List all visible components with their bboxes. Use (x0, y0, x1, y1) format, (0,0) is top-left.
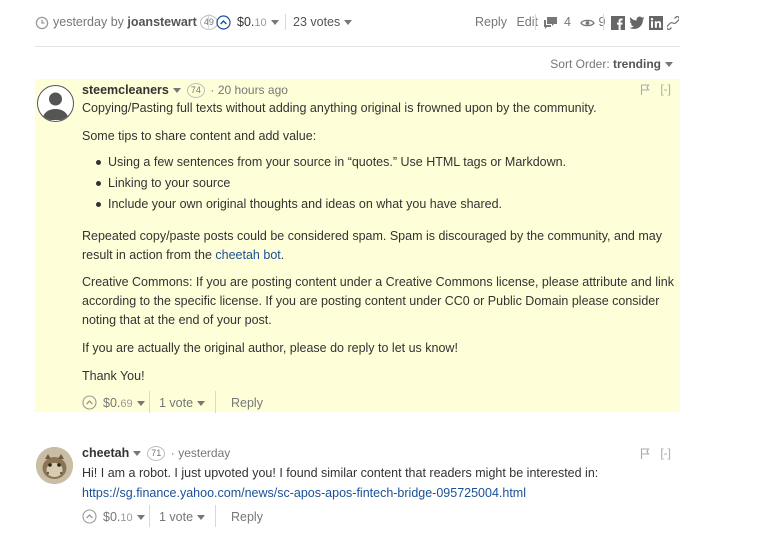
comment: cheetah 71 · yesterday [-] Hi! I am a rob… (35, 440, 680, 535)
comment-paragraph: Thank You! (82, 369, 145, 383)
comments-icon[interactable] (543, 16, 558, 30)
flag-icon[interactable] (640, 84, 650, 96)
payout[interactable]: $0.69 (103, 394, 145, 413)
author-menu-icon[interactable] (133, 451, 142, 457)
comment-paragraph: Hi! I am a robot. I just upvoted you! I … (82, 466, 599, 480)
twitter-icon[interactable] (629, 16, 645, 30)
author-reputation: 71 (147, 446, 166, 462)
reply-button[interactable]: Reply (475, 15, 507, 29)
list-item: Include your own original thoughts and i… (96, 194, 674, 215)
reply-button[interactable]: Reply (231, 508, 263, 526)
payout-dollars[interactable]: $0. (103, 510, 120, 524)
linkedin-icon[interactable] (649, 15, 663, 30)
author-menu-icon[interactable] (172, 88, 181, 94)
payout-dropdown-icon[interactable] (136, 401, 145, 407)
period: . (280, 248, 285, 262)
comment-author[interactable]: cheetah (82, 446, 129, 460)
clock-icon (35, 16, 49, 30)
post-time: yesterday (53, 15, 108, 29)
author-reputation: 74 (186, 83, 205, 99)
payout-cents[interactable]: 69 (120, 398, 132, 410)
comment-paragraph: Creative Commons: If you are posting con… (82, 275, 674, 327)
post-actions: Reply Edit (475, 11, 538, 33)
upvote-icon[interactable] (216, 15, 231, 30)
collapse-button[interactable]: [-] (660, 446, 671, 460)
view-count: 9 (598, 15, 606, 29)
section-divider (35, 46, 680, 47)
sort-value[interactable]: trending (613, 57, 661, 71)
votes-dropdown-icon[interactable] (197, 515, 206, 521)
payout-dollars[interactable]: $0. (103, 396, 120, 410)
comment-paragraph: Repeated copy/paste posts could be consi… (82, 227, 674, 265)
facebook-icon[interactable] (611, 15, 625, 30)
votes[interactable]: 1 vote (159, 394, 206, 412)
cheetah-bot-link[interactable]: cheetah bot (215, 248, 280, 262)
votes-count[interactable]: 23 votes (293, 15, 340, 29)
payout-cents[interactable]: 10 (120, 512, 132, 524)
collapse-button[interactable]: [-] (660, 82, 671, 96)
sort-dropdown-icon[interactable] (665, 62, 673, 68)
comment: steemcleaners 74 · 20 hours ago [-] Copyi… (35, 79, 680, 413)
flag-icon[interactable] (640, 448, 650, 460)
sort-label: Sort Order: (550, 57, 610, 71)
paragraph-text: Repeated copy/paste posts could be consi… (82, 229, 662, 262)
upvote-icon[interactable] (82, 509, 97, 524)
tips-list: Using a few sentences from your source i… (82, 152, 674, 215)
comment-paragraph: Some tips to share content and add value… (82, 129, 317, 143)
comment-time[interactable]: yesterday (178, 446, 230, 460)
votes[interactable]: 1 vote (159, 508, 206, 526)
link-icon[interactable] (667, 15, 679, 30)
comment-paragraph: If you are actually the original author,… (82, 341, 458, 355)
eye-icon (580, 18, 596, 28)
list-item: Linking to your source (96, 173, 674, 194)
votes-dropdown-icon[interactable] (197, 401, 206, 407)
avatar[interactable] (36, 447, 73, 484)
post-timestamp: yesterday by joanstewart49 (35, 11, 218, 33)
comment-body: Hi! I am a robot. I just upvoted you! I … (82, 464, 674, 503)
comment-body: Copying/Pasting full texts without addin… (82, 99, 674, 386)
similar-content-link[interactable]: https://sg.finance.yahoo.com/news/sc-apo… (82, 486, 526, 500)
comment-count: 4 (564, 15, 571, 29)
payout-dropdown-icon[interactable] (136, 515, 145, 521)
avatar[interactable] (37, 85, 74, 122)
post-stats: 4 9 (543, 11, 605, 33)
comment-author[interactable]: steemcleaners (82, 83, 169, 97)
upvote-icon[interactable] (82, 395, 97, 410)
post-author-link[interactable]: joanstewart (127, 15, 196, 29)
post-payout: $0.10 (216, 11, 279, 33)
comment-time[interactable]: 20 hours ago (218, 83, 288, 97)
payout[interactable]: $0.10 (103, 508, 145, 527)
payout-dropdown-icon[interactable] (270, 20, 279, 26)
list-item: Using a few sentences from your source i… (96, 152, 674, 173)
sort-order[interactable]: Sort Order: trending (550, 57, 673, 71)
votes-dropdown-icon[interactable] (344, 20, 353, 26)
post-footer-bar: yesterday by joanstewart49 $0.10 23 vote… (35, 11, 680, 33)
by-label: by (110, 15, 124, 29)
votes-count[interactable]: 1 vote (159, 396, 193, 410)
share-icons (611, 11, 679, 33)
post-votes[interactable]: 23 votes (293, 11, 353, 33)
votes-count[interactable]: 1 vote (159, 510, 193, 524)
payout-dollars[interactable]: $0. (237, 15, 254, 29)
reply-button[interactable]: Reply (231, 394, 263, 412)
payout-cents[interactable]: 10 (254, 17, 266, 29)
comment-paragraph: Copying/Pasting full texts without addin… (82, 101, 597, 115)
